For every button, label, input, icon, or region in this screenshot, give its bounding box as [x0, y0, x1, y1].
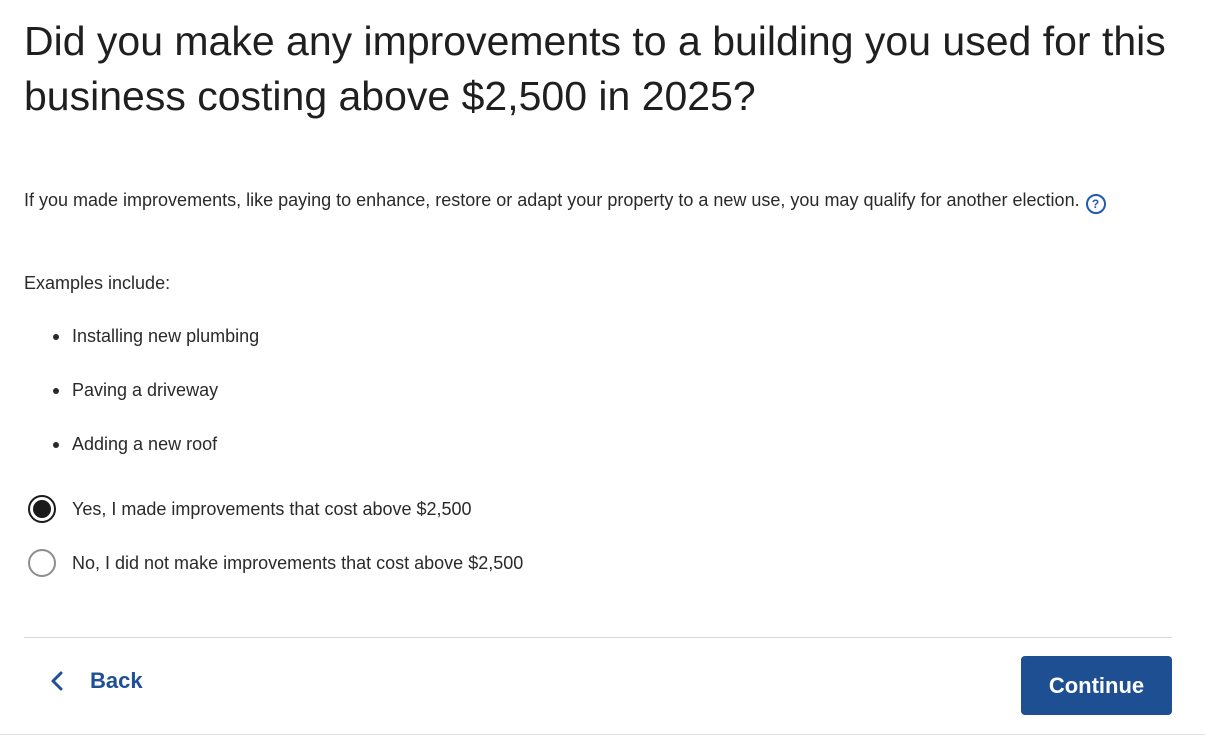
examples-label: Examples include:	[24, 273, 171, 293]
example-label: Adding a new roof	[72, 434, 218, 454]
bottom-border	[0, 734, 1205, 735]
examples-list: Installing new plumbing Paving a drivewa…	[24, 321, 259, 483]
radio-label-yes[interactable]: Yes, I made improvements that cost above…	[72, 494, 472, 524]
bullet-icon	[53, 442, 59, 448]
footer-divider	[24, 637, 1172, 638]
chevron-left-icon	[51, 671, 63, 691]
bullet-icon	[53, 334, 59, 340]
radio-option-yes[interactable]: Yes, I made improvements that cost above…	[28, 494, 472, 524]
back-label[interactable]: Back	[90, 668, 143, 694]
radio-label-no[interactable]: No, I did not make improvements that cos…	[72, 548, 523, 578]
intro-paragraph: If you made improvements, like paying to…	[24, 185, 1174, 215]
list-item: Adding a new roof	[24, 429, 259, 483]
continue-button[interactable]: Continue	[1021, 656, 1172, 715]
radio-button-no[interactable]	[28, 549, 56, 577]
intro-text: If you made improvements, like paying to…	[24, 190, 1080, 210]
list-item: Paving a driveway	[24, 375, 259, 429]
bullet-icon	[53, 388, 59, 394]
radio-button-yes[interactable]	[28, 495, 56, 523]
example-label: Paving a driveway	[72, 380, 219, 400]
back-button[interactable]: Back	[50, 668, 143, 694]
radio-option-no[interactable]: No, I did not make improvements that cos…	[28, 548, 523, 578]
question-title: Did you make any improvements to a build…	[24, 18, 1166, 119]
list-item: Installing new plumbing	[24, 321, 259, 375]
example-label: Installing new plumbing	[72, 326, 260, 346]
question-circle-icon[interactable]: ?	[1085, 194, 1106, 214]
